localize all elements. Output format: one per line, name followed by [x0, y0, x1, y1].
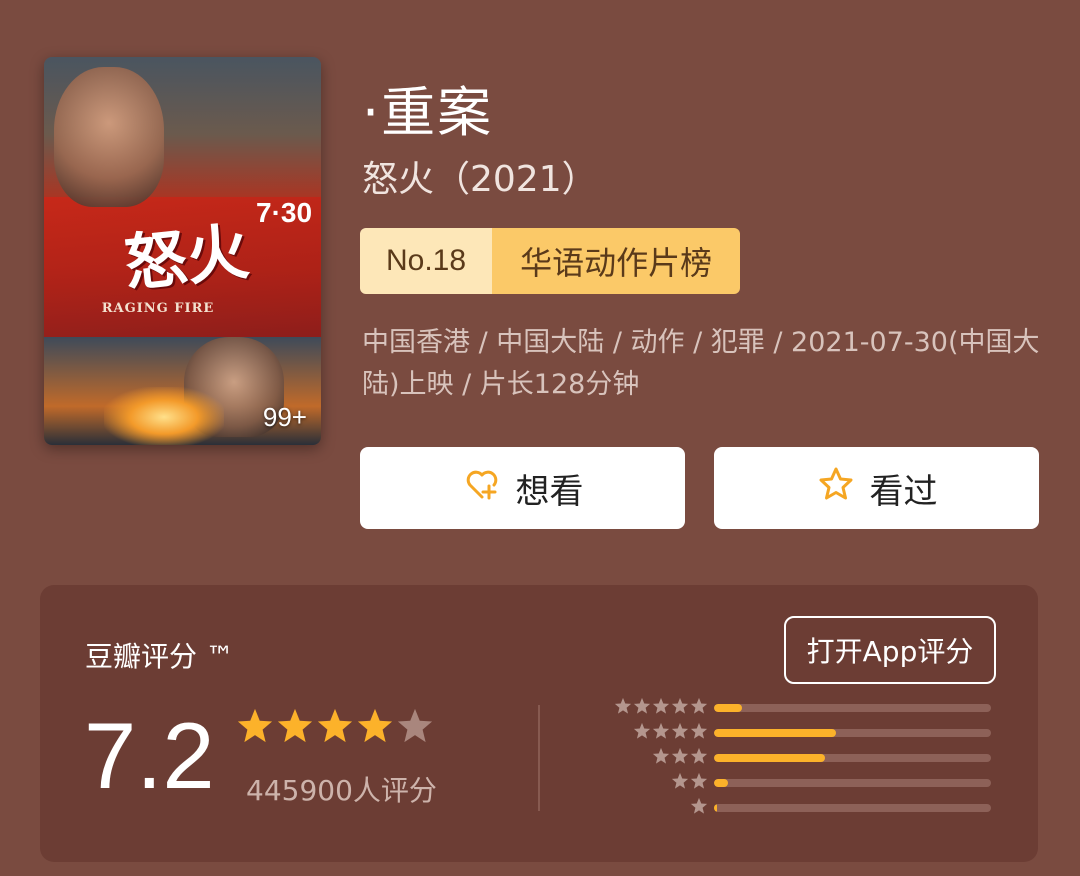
- star-small-icon: [690, 772, 708, 794]
- distribution-fill: [714, 753, 825, 762]
- rank-number: No.18: [360, 228, 493, 294]
- rating-score: 7.2: [84, 703, 215, 808]
- distribution-track: [714, 803, 991, 812]
- heart-plus-icon: [462, 464, 502, 513]
- distribution-fill: [714, 703, 742, 712]
- open-app-rate-button[interactable]: 打开App评分: [784, 616, 996, 684]
- distribution-stars: [600, 772, 714, 794]
- star-small-icon: [671, 772, 689, 794]
- movie-subtitle: 怒火（2021）: [362, 159, 598, 200]
- star-filled-icon: [356, 707, 394, 749]
- poster-title-en: RAGING FIRE: [101, 301, 215, 316]
- movie-title: ·重案: [362, 81, 494, 144]
- star-small-icon: [652, 697, 670, 719]
- movie-page: 怒火 7·30 RAGING FIRE 99+ ·重案 怒火（2021） No.…: [0, 0, 1080, 876]
- poster-figure-1: [54, 67, 164, 207]
- star-filled-icon: [236, 707, 274, 749]
- rating-distribution: [600, 695, 1000, 820]
- rating-count: 445900人评分: [246, 774, 437, 807]
- star-outline-icon: [816, 464, 856, 513]
- poster-title-cn: 怒火: [121, 214, 253, 301]
- distribution-row-1: [600, 795, 1000, 820]
- rank-tag[interactable]: No.18 华语动作片榜: [360, 228, 741, 294]
- star-filled-icon: [316, 707, 354, 749]
- distribution-stars: [600, 797, 714, 819]
- distribution-row-4: [600, 720, 1000, 745]
- photo-count-badge: 99+: [262, 402, 307, 432]
- distribution-track: [714, 728, 991, 737]
- distribution-row-5: [600, 695, 1000, 720]
- star-small-icon: [671, 722, 689, 744]
- seen-label: 看过: [869, 471, 938, 512]
- distribution-row-3: [600, 745, 1000, 770]
- watched-button[interactable]: 看过: [714, 447, 1039, 529]
- poster-muzzle-flash: [104, 387, 224, 445]
- star-small-icon: [652, 722, 670, 744]
- distribution-track: [714, 703, 991, 712]
- distribution-fill: [714, 728, 836, 737]
- rank-list-name: 华语动作片榜: [492, 228, 741, 294]
- rating-stars: [236, 707, 434, 749]
- want-to-watch-button[interactable]: 想看: [360, 447, 685, 529]
- movie-meta: 中国香港 / 中国大陆 / 动作 / 犯罪 / 2021-07-30(中国大陆)…: [362, 327, 1040, 400]
- poster-date: 7·30: [256, 197, 313, 228]
- star-small-icon: [690, 722, 708, 744]
- want-label: 想看: [515, 471, 584, 512]
- star-empty-icon: [396, 707, 434, 749]
- star-small-icon: [690, 797, 708, 819]
- star-filled-icon: [276, 707, 314, 749]
- distribution-stars: [600, 697, 714, 719]
- star-small-icon: [671, 697, 689, 719]
- star-small-icon: [633, 722, 651, 744]
- distribution-track: [714, 753, 991, 762]
- star-small-icon: [671, 747, 689, 769]
- movie-poster[interactable]: 怒火 7·30 RAGING FIRE 99+: [44, 57, 321, 445]
- distribution-stars: [600, 747, 714, 769]
- distribution-track: [714, 778, 991, 787]
- distribution-row-2: [600, 770, 1000, 795]
- star-small-icon: [652, 747, 670, 769]
- star-small-icon: [690, 697, 708, 719]
- distribution-fill: [714, 803, 717, 812]
- rating-label: 豆瓣评分 ™: [85, 640, 234, 673]
- star-small-icon: [690, 747, 708, 769]
- star-small-icon: [614, 697, 632, 719]
- rating-card: 豆瓣评分 ™ 打开App评分 7.2 445900人评分: [40, 585, 1038, 862]
- star-small-icon: [633, 697, 651, 719]
- distribution-stars: [600, 722, 714, 744]
- divider: [538, 705, 540, 811]
- distribution-fill: [714, 778, 728, 787]
